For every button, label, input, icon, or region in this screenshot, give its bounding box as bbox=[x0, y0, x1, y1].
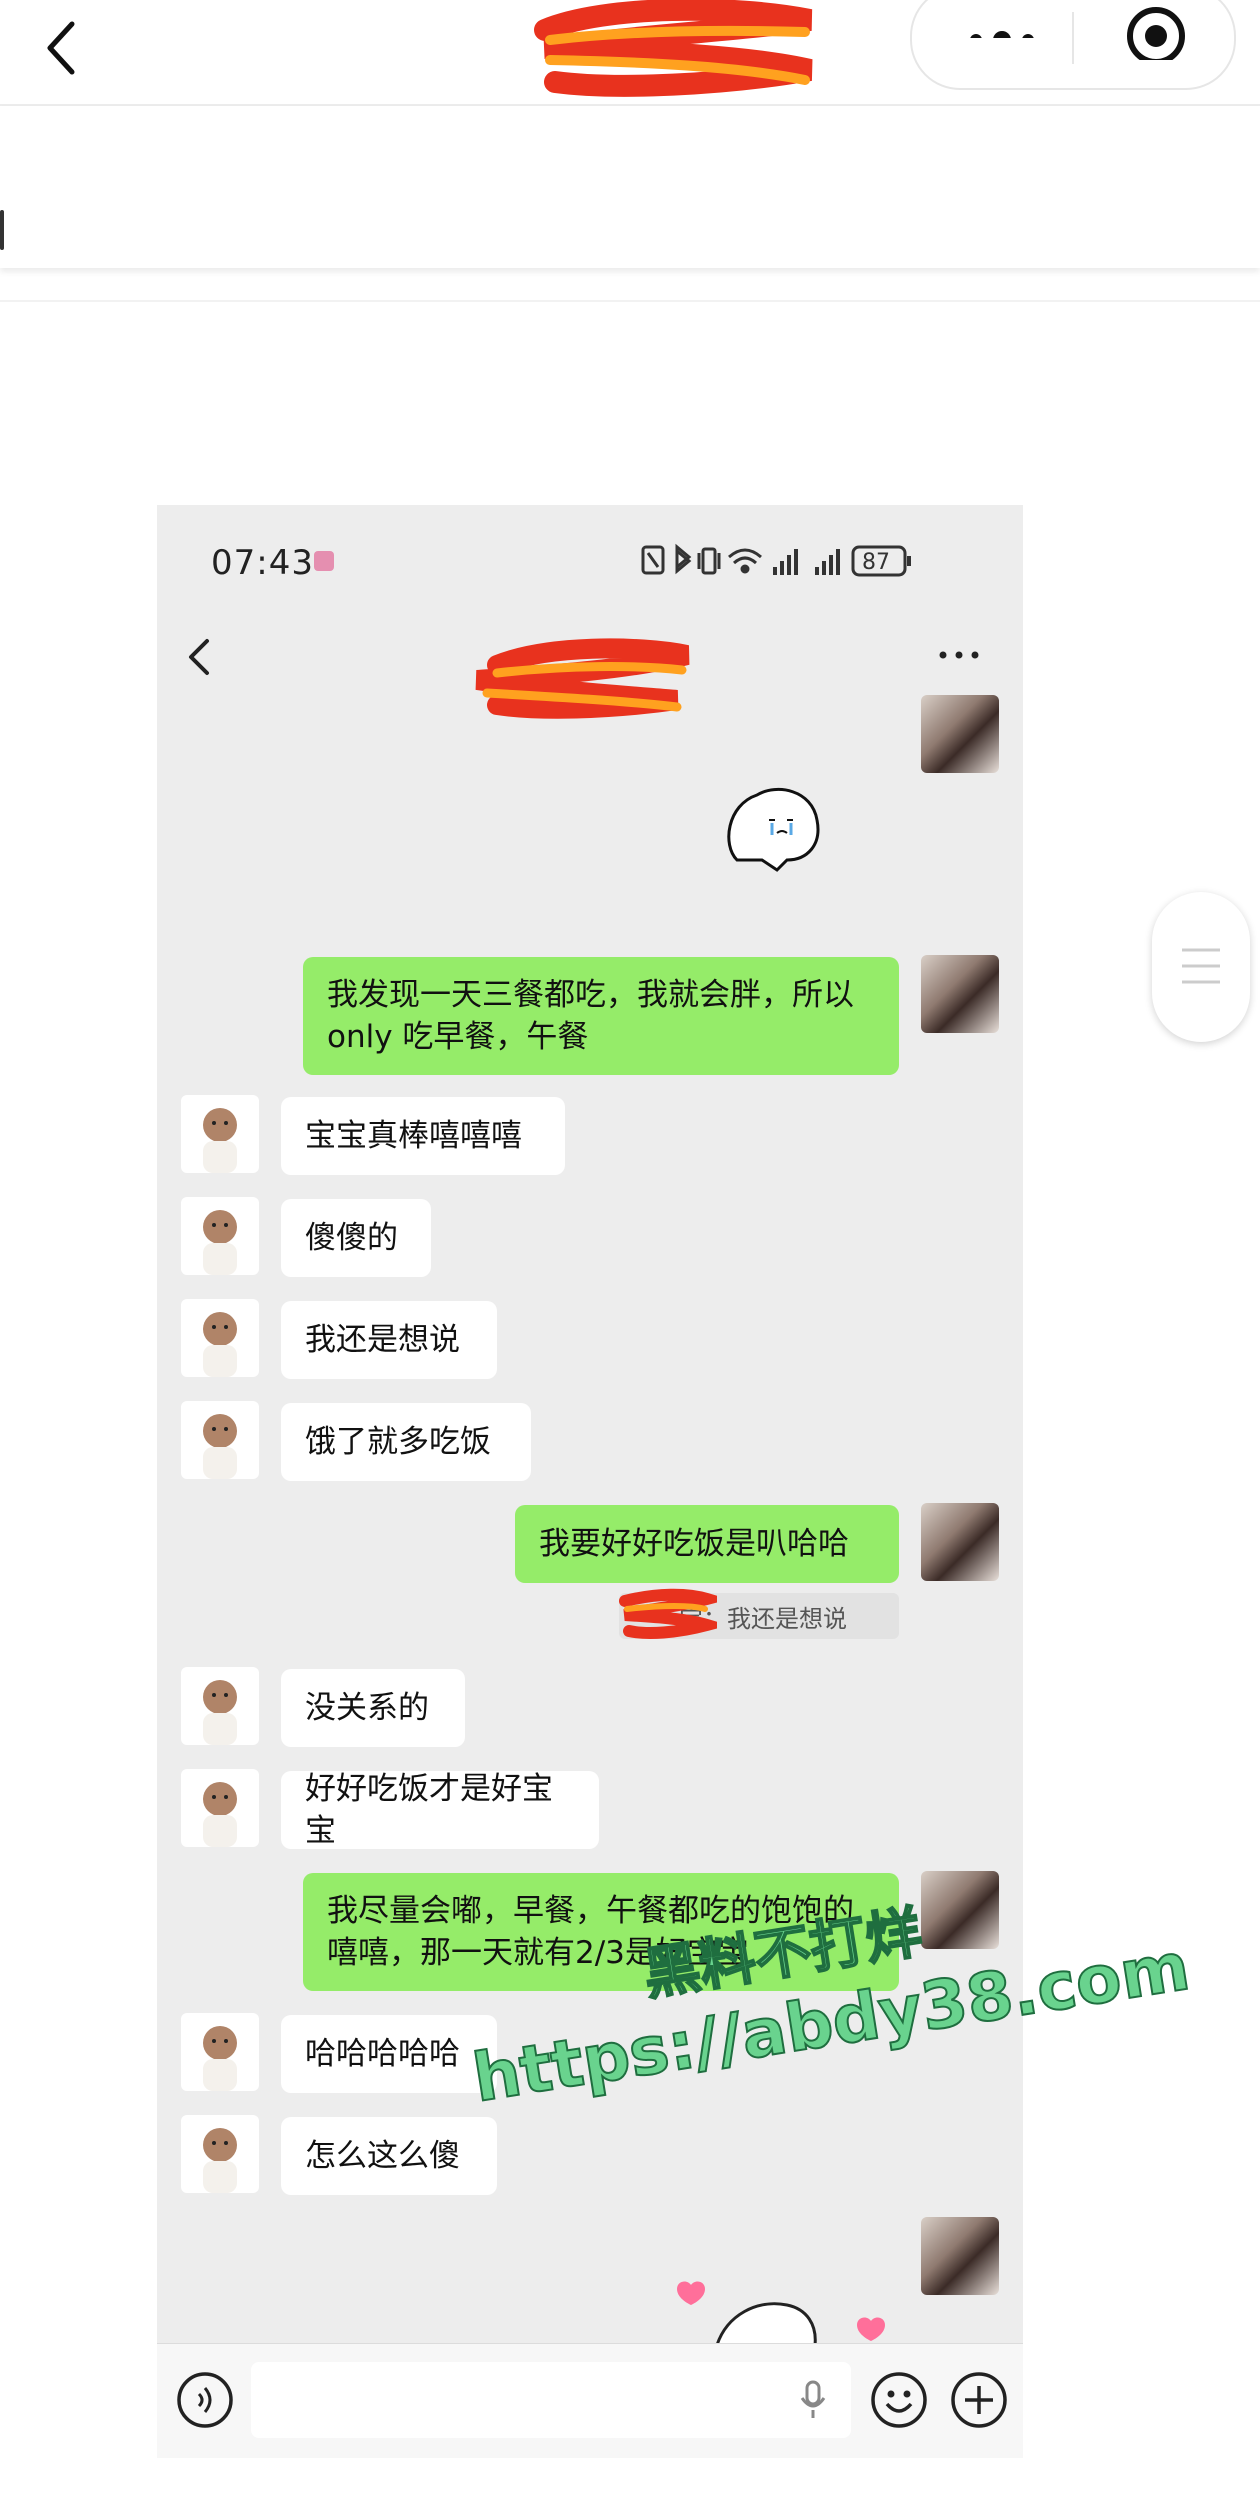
status-bar: 07:43 87 bbox=[157, 505, 1023, 615]
menu-lines-icon bbox=[1182, 948, 1220, 984]
vibrate-icon bbox=[697, 547, 721, 575]
battery-level: 87 bbox=[862, 550, 890, 575]
divider-line bbox=[0, 300, 1260, 302]
status-icons: 87 bbox=[641, 543, 911, 577]
heart-hand-sticker bbox=[677, 2281, 885, 2345]
message-input[interactable] bbox=[251, 2362, 851, 2438]
avatar[interactable] bbox=[921, 1871, 999, 1949]
contact-name-redaction-scribble bbox=[475, 638, 690, 719]
message-bubble[interactable]: 哈哈哈哈哈 bbox=[281, 2015, 497, 2093]
avatar[interactable] bbox=[181, 1769, 259, 1847]
target-icon[interactable] bbox=[1124, 0, 1188, 60]
baby-avatar-image bbox=[203, 1782, 237, 1847]
message-bubble[interactable]: 傻傻的 bbox=[281, 1199, 431, 1277]
message-bubble[interactable]: 我还是想说 bbox=[281, 1301, 497, 1379]
title-redaction-scribble bbox=[534, 0, 813, 97]
baby-avatar-image bbox=[203, 1414, 237, 1479]
avatar[interactable] bbox=[921, 2217, 999, 2295]
signal-icon-1 bbox=[773, 549, 798, 575]
message-bubble[interactable]: 没关系的 bbox=[281, 1669, 465, 1747]
edge-mark bbox=[0, 210, 4, 250]
baby-avatar-image bbox=[203, 1210, 237, 1275]
voice-icon[interactable] bbox=[175, 2370, 235, 2430]
avatar[interactable] bbox=[181, 1095, 259, 1173]
message-bubble[interactable]: 宝宝真棒嘻嘻嘻 bbox=[281, 1097, 565, 1175]
avatar[interactable] bbox=[181, 1299, 259, 1377]
chevron-left-icon[interactable] bbox=[42, 18, 86, 78]
chevron-left-icon[interactable] bbox=[185, 635, 215, 679]
message-bubble[interactable]: 好好吃饭才是好宝宝 bbox=[281, 1771, 599, 1849]
more-dots-icon[interactable] bbox=[962, 8, 1042, 38]
baby-avatar-image bbox=[203, 1312, 237, 1377]
message-bubble[interactable]: 我发现一天三餐都吃，我就会胖，所以only 吃早餐，午餐 bbox=[303, 957, 899, 1075]
mic-icon[interactable] bbox=[799, 2380, 827, 2420]
wifi-icon bbox=[728, 548, 762, 574]
status-time: 07:43 bbox=[211, 543, 314, 583]
app-badge-icon bbox=[314, 551, 334, 571]
floating-side-handle[interactable] bbox=[1152, 892, 1250, 1042]
crying-dog-sticker bbox=[727, 787, 820, 872]
message-bubble[interactable]: 我要好好吃饭是叭哈哈 bbox=[515, 1505, 899, 1583]
more-dots-icon[interactable] bbox=[937, 645, 981, 665]
input-bar bbox=[157, 2343, 1023, 2458]
top-bar bbox=[0, 0, 1260, 106]
nfc-icon bbox=[641, 545, 665, 575]
quote-redaction-scribble bbox=[619, 1588, 717, 1639]
avatar[interactable] bbox=[921, 1503, 999, 1581]
avatar[interactable] bbox=[181, 2115, 259, 2193]
avatar[interactable] bbox=[181, 1667, 259, 1745]
baby-avatar-image bbox=[203, 2026, 237, 2091]
message-bubble[interactable]: 怎么这么傻 bbox=[281, 2117, 497, 2195]
capsule-divider bbox=[1072, 12, 1074, 64]
battery-icon: 87 bbox=[851, 545, 911, 577]
avatar[interactable] bbox=[181, 2013, 259, 2091]
avatar[interactable] bbox=[921, 955, 999, 1033]
avatar[interactable] bbox=[181, 1197, 259, 1275]
chat-header bbox=[157, 615, 1023, 719]
avatar[interactable] bbox=[921, 695, 999, 773]
baby-avatar-image bbox=[203, 1680, 237, 1745]
plus-icon[interactable] bbox=[949, 2370, 1009, 2430]
bluetooth-icon bbox=[675, 543, 692, 575]
avatar[interactable] bbox=[181, 1401, 259, 1479]
emoji-icon[interactable] bbox=[869, 2370, 929, 2430]
baby-avatar-image bbox=[203, 2128, 237, 2193]
message-bubble[interactable]: 饿了就多吃饭 bbox=[281, 1403, 531, 1481]
chat-screenshot: 07:43 87 我发现一天三餐都吃，我就会胖，所以only 吃早餐，午餐 宝宝… bbox=[157, 505, 1023, 2458]
baby-avatar-image bbox=[203, 1108, 237, 1173]
signal-icon-2 bbox=[815, 549, 840, 575]
sub-bar bbox=[0, 106, 1260, 268]
capsule-menu bbox=[910, 0, 1236, 90]
